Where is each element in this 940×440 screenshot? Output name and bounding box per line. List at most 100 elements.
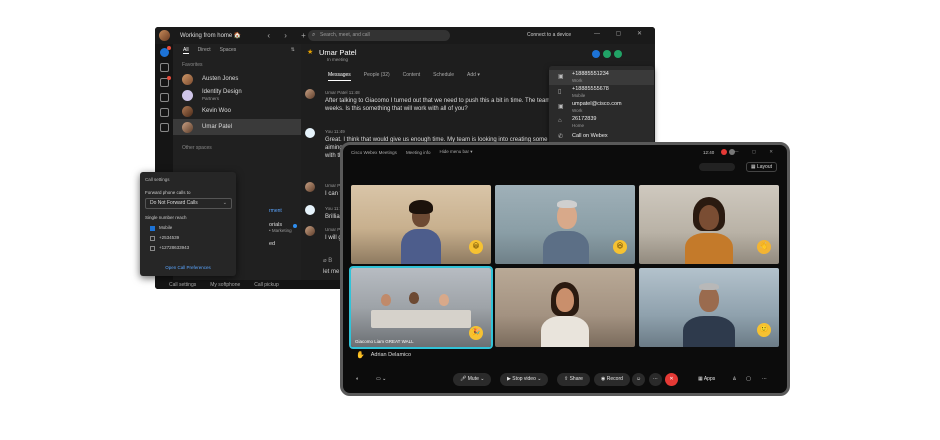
participant-hair [699,283,719,290]
share-button[interactable]: ⇪ Share [557,373,590,386]
popover-title: Call settings [145,177,170,182]
list-item[interactable]: Austen Jones [173,71,301,87]
video-tile[interactable]: 😀 [351,185,491,264]
video-tile[interactable]: 😆 [495,185,635,264]
avatar [305,226,315,236]
avatar [182,89,193,101]
zoom-slider[interactable] [699,163,735,171]
meeting-info-button[interactable]: Meeting info [406,150,431,155]
call-button[interactable] [603,50,611,58]
participant-head [439,294,449,306]
tab-schedule[interactable]: Schedule [433,72,454,81]
reaction-emoji: 🙂 [757,323,771,337]
participant-body [541,316,589,347]
checkbox-mobile[interactable] [150,226,155,231]
meeting-controls: ◐ ▭ ⌄ 🎤︎ Mute ⌄ ▶︎ Stop video ⌄ ⇪ Share … [343,373,787,389]
participant-head [556,288,574,312]
chat-icon[interactable]: ▢ [742,373,755,386]
meeting-subbar: ▦ Layout [343,161,787,173]
checkbox-label: Mobile [159,225,173,230]
list-item[interactable]: Identity Design Partners [173,87,301,103]
calls-icon[interactable] [159,93,169,102]
tab-all[interactable]: All [183,47,189,54]
filter-icon[interactable]: ⇅ [291,47,295,53]
reactions-icon[interactable]: ☺ [632,373,645,386]
forward-select[interactable]: Do Not Forward Calls ⌄ [145,198,232,209]
end-call-button[interactable]: ✕ [665,373,678,386]
participant-body [685,233,733,264]
history-nav[interactable]: ‹ › + [267,31,311,40]
tab-messages[interactable]: Messages [328,72,351,81]
video-tile[interactable] [495,268,635,347]
call-options-menu: ▣ +18885551234 Work ▯ +18885555678 Mobil… [549,66,654,145]
captions-icon[interactable]: ▭ ⌄ [369,373,393,386]
teams-icon[interactable] [159,63,169,72]
favorite-star-icon[interactable]: ★ [307,48,313,56]
unread-badge [166,46,171,50]
stop-video-button[interactable]: ▶︎ Stop video ⌄ [500,373,549,386]
connect-device-button[interactable]: Connect to a device [527,30,571,41]
record-button[interactable]: ◉ Record [594,373,630,386]
meeting-table [371,310,471,328]
list-item-selected[interactable]: Umar Patel [173,119,301,135]
participant-body [543,231,589,264]
video-tile[interactable]: 👋 [639,185,779,264]
briefcase-icon: ▣ [558,104,564,110]
open-call-preferences-link[interactable]: Open Call Preferences [140,265,236,270]
call-option[interactable]: ▣ +18885551234 Work [549,70,654,85]
checkbox-number[interactable] [150,246,155,251]
hide-menu-button[interactable]: Hide menu bar ▾ [439,149,472,155]
contact-subtitle: Partners [202,96,220,101]
partial-item: • Marketing [269,228,292,233]
call-actions [592,50,622,58]
window-controls[interactable]: — ▢ ✕ [734,149,779,155]
meet-button[interactable] [592,50,600,58]
video-button[interactable] [614,50,622,58]
participant-hair [409,200,433,214]
softphone-button[interactable]: My softphone [210,282,240,288]
list-item[interactable]: Kevin Woo [173,103,301,119]
user-status[interactable]: Working from home 🏠 [180,32,241,39]
call-option[interactable]: ⌂ 26172839 Home [549,115,654,130]
user-avatar[interactable] [159,30,170,41]
call-settings-button[interactable]: Call settings [169,282,196,288]
call-option[interactable]: ▯ +18885555678 Mobile [549,85,654,100]
calendar-icon[interactable] [159,123,169,132]
tab-add[interactable]: Add ▾ [467,72,480,81]
unread-dot [293,224,297,228]
checkbox-label: +12728633943 [159,245,190,250]
meetings-icon[interactable] [159,108,169,117]
window-controls[interactable]: — ▢ ✕ [594,30,649,37]
tab-content[interactable]: Content [403,72,421,81]
call-option[interactable]: ▣ umpatel@cisco.com Work [549,100,654,115]
record-label: Record [606,376,623,382]
tab-spaces[interactable]: Spaces [220,47,237,53]
video-tile[interactable]: 🙂 [639,268,779,347]
participant-hair [557,200,577,208]
avatar [305,89,315,99]
more-options-icon[interactable]: ⋯ [649,373,662,386]
checkbox-number[interactable] [150,236,155,241]
apps-button[interactable]: ▦ Apps [691,373,722,386]
tab-people[interactable]: People (32) [364,72,390,81]
more-panels-icon[interactable]: ⋯ [758,373,771,386]
search-input[interactable]: ⌕ Search, meet, and call [308,30,450,41]
contact-name: Identity Design [202,89,242,95]
format-toolbar[interactable]: ⌀ B [323,257,332,264]
participant-body [401,229,441,264]
participant-name-tag: Giacomo Liam GREAT WALL [355,339,414,344]
mute-button[interactable]: 🎤︎ Mute ⌄ [453,373,492,386]
layout-button[interactable]: ▦ Layout [745,162,777,172]
stop-video-label: Stop video [512,376,536,382]
call-option-type: Home [572,123,585,128]
messaging-icon[interactable] [159,46,171,57]
tab-direct[interactable]: Direct [198,47,211,53]
reaction-emoji: 👋 [757,240,771,254]
call-option-type: Mobile [572,93,586,98]
call-option-value: +18885555678 [572,86,609,92]
call-pickup-button[interactable]: Call pickup [254,282,278,288]
participants-icon[interactable]: ♙ [728,373,741,386]
tablet-meeting-window: Cisco Webex Meetings Meeting info Hide m… [340,142,790,396]
video-tile-active-speaker[interactable]: Giacomo Liam GREAT WALL 🎉 [349,266,493,349]
contacts-icon[interactable] [159,76,171,87]
